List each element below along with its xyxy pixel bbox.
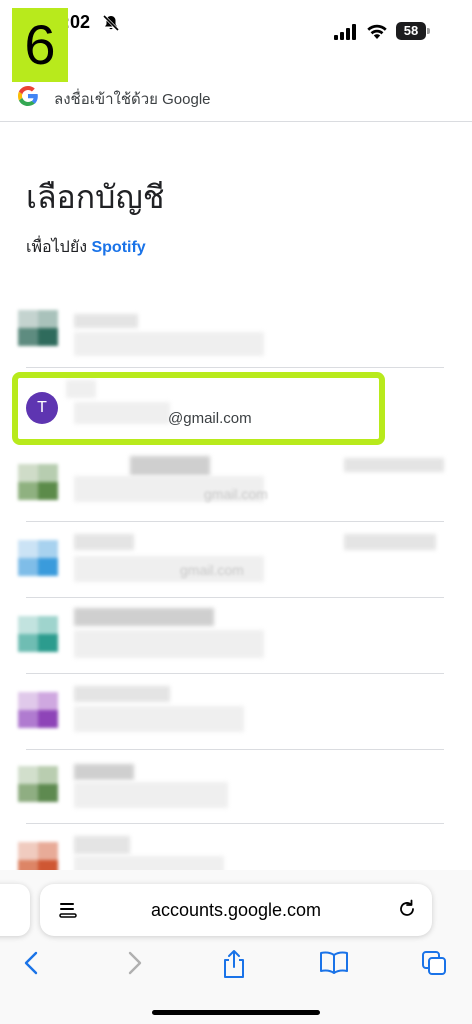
bell-off-icon bbox=[102, 14, 120, 32]
app-name-link[interactable]: Spotify bbox=[91, 239, 145, 256]
blurred-meta bbox=[344, 534, 436, 550]
blurred-meta bbox=[344, 458, 444, 472]
account-row-1[interactable] bbox=[0, 292, 472, 368]
account-row-7[interactable] bbox=[0, 748, 472, 824]
faded-email: gmail.com bbox=[180, 562, 244, 578]
account-row-5[interactable] bbox=[0, 598, 472, 674]
page-title: เลือกบัญชี bbox=[26, 179, 165, 215]
account-row-4[interactable]: gmail.com bbox=[0, 522, 472, 598]
tabs-icon[interactable] bbox=[420, 949, 448, 977]
address-bar[interactable]: accounts.google.com bbox=[40, 884, 432, 936]
battery-level: 58 bbox=[396, 22, 426, 40]
account-row-3[interactable]: gmail.com bbox=[0, 446, 472, 522]
account-avatar bbox=[18, 540, 58, 576]
battery-indicator: 58 bbox=[396, 22, 430, 40]
blurred-name bbox=[74, 686, 170, 702]
cellular-signal-icon bbox=[334, 24, 356, 40]
home-indicator bbox=[152, 1010, 320, 1015]
url-text[interactable]: accounts.google.com bbox=[40, 900, 432, 921]
page-subtitle: เพื่อไปยัง Spotify bbox=[26, 235, 146, 260]
account-row-6[interactable] bbox=[0, 674, 472, 750]
step-number-badge: 6 bbox=[12, 8, 68, 82]
blurred-email bbox=[74, 332, 264, 356]
faded-email: gmail.com bbox=[204, 486, 268, 502]
previous-tab-peek[interactable] bbox=[0, 884, 30, 936]
blurred-name bbox=[74, 534, 134, 550]
browser-toolbar bbox=[0, 945, 472, 985]
reload-icon[interactable] bbox=[396, 898, 418, 920]
blurred-name bbox=[74, 314, 138, 328]
blurred-name bbox=[130, 456, 210, 476]
status-bar: :02 58 bbox=[0, 0, 472, 50]
selection-highlight-box bbox=[12, 372, 385, 445]
back-icon[interactable] bbox=[20, 949, 44, 977]
blurred-name bbox=[74, 836, 130, 854]
blurred-email bbox=[74, 706, 244, 732]
account-avatar bbox=[18, 616, 58, 652]
blurred-name bbox=[74, 608, 214, 626]
blurred-name bbox=[74, 764, 134, 780]
google-signin-header: ลงชื่อเข้าใช้ด้วย Google bbox=[0, 82, 472, 122]
account-avatar bbox=[18, 692, 58, 728]
blurred-email bbox=[74, 782, 228, 808]
forward-icon[interactable] bbox=[122, 949, 146, 977]
account-avatar bbox=[18, 310, 58, 346]
blurred-email bbox=[74, 630, 264, 658]
bookmarks-icon[interactable] bbox=[318, 949, 350, 977]
wifi-icon bbox=[367, 24, 387, 39]
account-avatar bbox=[18, 766, 58, 802]
account-avatar bbox=[18, 464, 58, 500]
google-g-icon bbox=[18, 86, 38, 106]
google-header-text: ลงชื่อเข้าใช้ด้วย Google bbox=[54, 91, 211, 108]
subtitle-prefix: เพื่อไปยัง bbox=[26, 239, 92, 256]
battery-tip bbox=[427, 28, 430, 34]
share-icon[interactable] bbox=[220, 949, 248, 979]
